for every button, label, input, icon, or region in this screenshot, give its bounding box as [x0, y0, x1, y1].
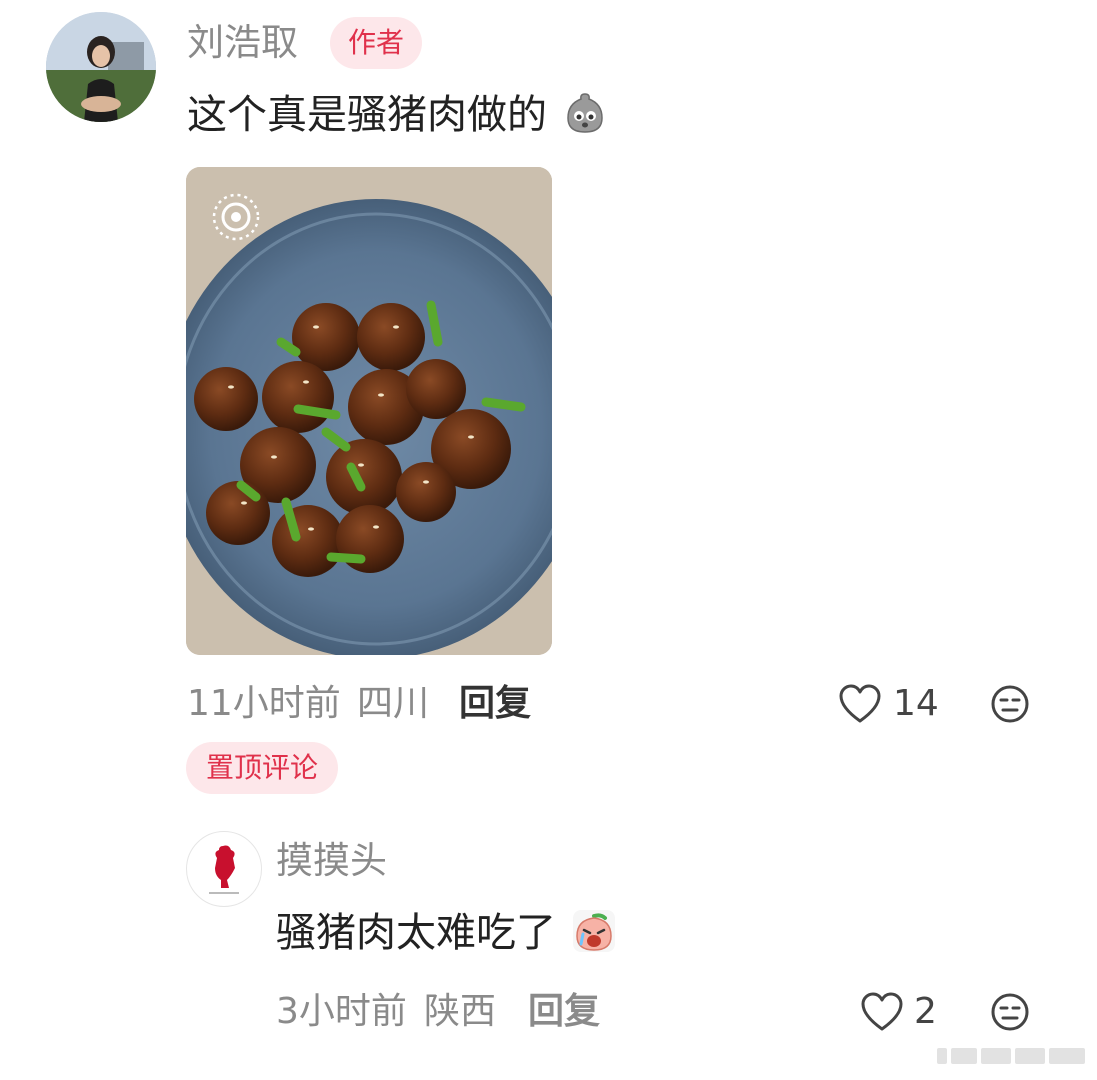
meh-face-icon[interactable]: [990, 684, 1030, 724]
reply-reply-button[interactable]: 回复: [528, 990, 600, 1034]
author-name[interactable]: 刘浩取: [187, 20, 298, 66]
comment-text: 这个真是骚猪肉做的: [187, 88, 608, 142]
comment-time: 11小时前: [187, 683, 341, 724]
reply-author-avatar[interactable]: [186, 831, 262, 907]
crying-peach-emoji: [571, 908, 617, 954]
reply-like-count: 2: [914, 991, 937, 1032]
comment-text-content: 这个真是骚猪肉做的: [187, 92, 547, 138]
reply-time: 3小时前: [276, 991, 407, 1032]
sack-face-emoji: [562, 90, 608, 136]
meh-face-icon[interactable]: [990, 992, 1030, 1032]
reply-button[interactable]: 回复: [459, 682, 531, 726]
author-badge: 作者: [330, 17, 423, 69]
reply-text-content: 骚猪肉太难吃了: [276, 910, 556, 956]
reply-text: 骚猪肉太难吃了: [276, 906, 617, 960]
heart-outline-icon[interactable]: [838, 683, 882, 725]
pinned-comment-badge: 置顶评论: [186, 742, 339, 794]
comment-location: 四川: [357, 683, 430, 724]
comment-photo[interactable]: [186, 167, 552, 655]
watermark-logo: [937, 1044, 1087, 1068]
like-count: 14: [893, 683, 939, 724]
reply-location: 陕西: [424, 991, 497, 1032]
reply-author-name[interactable]: 摸摸头: [276, 838, 387, 884]
heart-outline-icon[interactable]: [860, 991, 904, 1033]
author-avatar[interactable]: [46, 12, 156, 122]
